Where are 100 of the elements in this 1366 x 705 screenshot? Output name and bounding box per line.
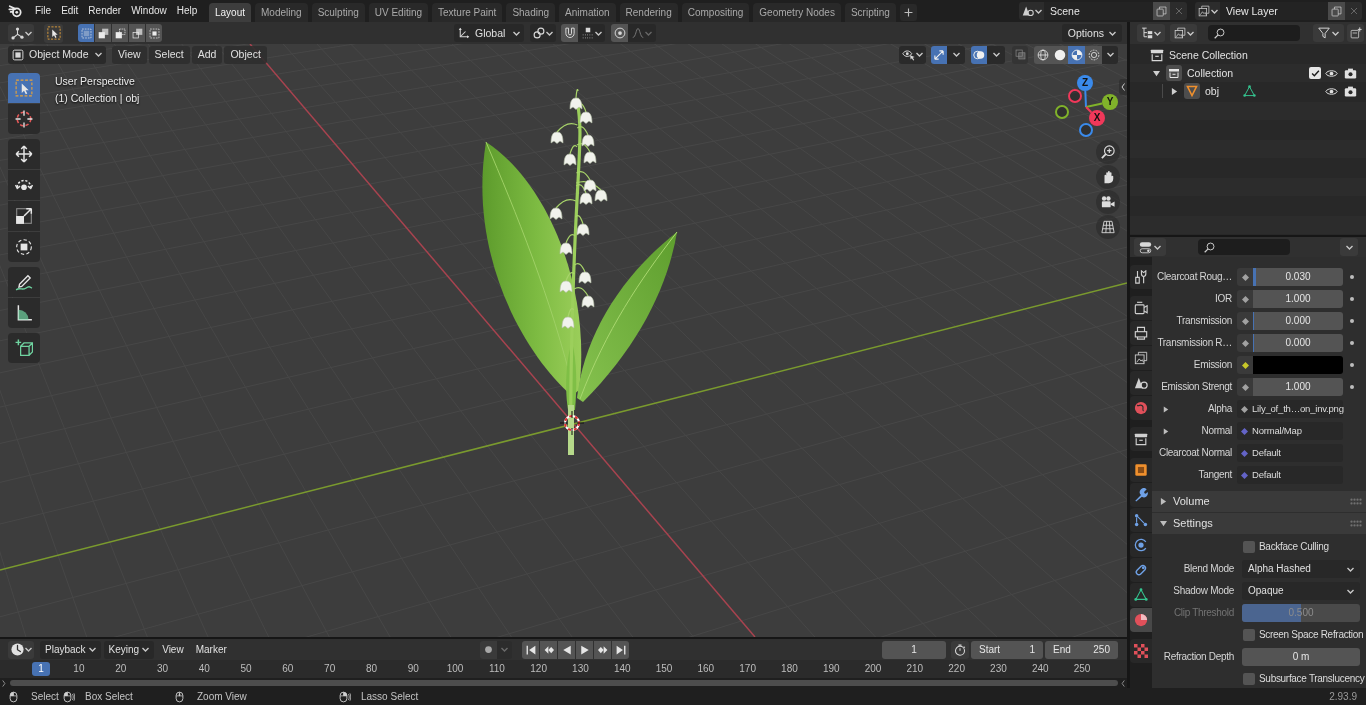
select-mode-button[interactable] (129, 24, 145, 42)
workspace-tab[interactable]: UV Editing (368, 3, 428, 22)
shading-mode-button[interactable] (1085, 45, 1102, 64)
shading-mode-button[interactable] (1051, 45, 1068, 64)
properties-tab[interactable] (1130, 296, 1152, 320)
properties-tab[interactable] (1130, 265, 1152, 289)
diamond-socket-icon[interactable] (1241, 405, 1248, 413)
animate-dot-icon[interactable] (1349, 297, 1354, 301)
menu-item[interactable]: Edit (56, 1, 84, 21)
panel-header[interactable]: Settings (1152, 513, 1366, 534)
scrollbar-thumb[interactable] (10, 680, 1118, 686)
filter-dropdown[interactable] (1313, 24, 1344, 42)
menu-item[interactable]: View (158, 640, 188, 659)
editor-type-button[interactable] (8, 640, 34, 659)
menu-item[interactable]: Object (224, 45, 267, 64)
properties-tab[interactable] (1130, 427, 1152, 451)
scene-name-field[interactable]: Scene (1044, 2, 1153, 20)
link-field[interactable]: Default (1237, 444, 1343, 462)
mesh-triangle-icon[interactable] (1243, 84, 1256, 98)
properties-tab[interactable] (1130, 508, 1152, 532)
socket-button[interactable] (1237, 290, 1253, 308)
checkbox-label[interactable]: Backface Culling (1259, 542, 1329, 552)
axis-handle[interactable]: Z (1077, 75, 1093, 91)
3d-viewport[interactable]: Object Mode View Select Add Object User Perspective (1) Collection | obj Z Y X (0, 44, 1127, 637)
sidebar-toggle-button[interactable] (1119, 79, 1127, 95)
display-mode-dropdown[interactable] (1170, 24, 1197, 42)
browse-button[interactable] (1195, 2, 1220, 20)
properties-tab[interactable] (1130, 458, 1152, 482)
link-field[interactable]: Default (1237, 466, 1343, 484)
editor-type-button[interactable] (1134, 238, 1166, 256)
workspace-tab[interactable]: Texture Paint (432, 3, 503, 22)
axis-handle[interactable]: Y (1102, 94, 1118, 110)
properties-tab[interactable] (1130, 321, 1152, 345)
tool-button[interactable] (8, 139, 40, 169)
socket-button[interactable] (1237, 378, 1253, 396)
options-dropdown[interactable] (987, 45, 1005, 64)
active-tool-button[interactable] (44, 23, 63, 43)
browse-button[interactable] (1019, 2, 1044, 20)
camera-icon[interactable] (1344, 84, 1357, 98)
checkbox[interactable] (1243, 629, 1255, 641)
tool-button[interactable] (8, 104, 40, 134)
workspace-tab[interactable]: Geometry Nodes (753, 3, 841, 22)
outliner-item-label[interactable]: Collection (1187, 67, 1234, 79)
auto-keying-toggle[interactable] (480, 640, 497, 659)
axis-handle[interactable]: X (1089, 110, 1105, 126)
tool-button[interactable] (8, 333, 40, 363)
checkbox-label[interactable]: Screen Space Refraction (1259, 630, 1364, 640)
camera-view-button[interactable] (1096, 190, 1120, 214)
properties-tab[interactable] (1130, 583, 1152, 607)
current-frame-marker[interactable]: 1 (32, 662, 50, 676)
checkbox[interactable] (1243, 673, 1255, 685)
negative-axis-handle[interactable] (1055, 105, 1069, 119)
menu-item[interactable]: File (30, 1, 57, 21)
properties-tab[interactable] (1130, 558, 1152, 582)
options-dropdown[interactable] (1340, 238, 1358, 256)
workspace-tab[interactable]: Rendering (619, 3, 678, 22)
dropdown[interactable]: Alpha Hashed (1242, 560, 1360, 578)
next-keyframe-button[interactable] (594, 640, 611, 659)
link-field[interactable]: Lily_of_th…on_inv.png (1237, 400, 1343, 418)
duplicate-button[interactable] (1328, 2, 1345, 20)
add-workspace-button[interactable] (899, 4, 917, 21)
properties-tab[interactable] (1130, 483, 1152, 507)
menu-item[interactable]: View (112, 45, 147, 64)
menu-item[interactable]: Select (148, 45, 190, 64)
play-button[interactable] (576, 640, 593, 659)
shading-mode-button[interactable] (1034, 45, 1051, 64)
camera-icon[interactable] (1344, 66, 1357, 80)
shading-mode-button[interactable] (1068, 45, 1085, 64)
link-field[interactable]: Normal/Map (1237, 422, 1343, 440)
start-frame-field[interactable]: Start 1 (971, 640, 1043, 659)
properties-tab[interactable] (1130, 346, 1152, 370)
workspace-tab[interactable]: Shading (506, 3, 556, 22)
workspace-tab[interactable]: Modeling (255, 3, 308, 22)
chevron-left-icon[interactable] (1121, 679, 1125, 687)
workspace-tab[interactable]: Scripting (844, 3, 896, 22)
menu-item[interactable]: Window (126, 1, 172, 21)
jump-to-end-button[interactable] (612, 640, 629, 659)
end-frame-field[interactable]: End 250 (1045, 640, 1118, 659)
play-reverse-button[interactable] (558, 640, 575, 659)
animate-dot-icon[interactable] (1349, 341, 1354, 345)
exclude-checkbox[interactable] (1309, 67, 1321, 79)
workspace-tab[interactable]: Layout (209, 3, 252, 22)
socket-button[interactable] (1237, 268, 1253, 286)
properties-tab[interactable] (1130, 371, 1152, 395)
menu-dropdown[interactable]: Playback (40, 640, 101, 659)
triangle-down-icon[interactable] (1153, 69, 1160, 77)
number-field[interactable]: 0 m (1242, 648, 1360, 666)
gizmo-toggle[interactable] (931, 45, 947, 64)
snap-target-dropdown[interactable] (578, 24, 605, 42)
number-field[interactable]: 1.000 (1253, 290, 1343, 308)
animate-dot-icon[interactable] (1349, 275, 1354, 279)
new-collection-button[interactable] (1347, 24, 1364, 42)
pan-view-button[interactable] (1096, 165, 1120, 189)
pivot-point-dropdown[interactable] (530, 24, 556, 42)
diamond-socket-icon[interactable] (1241, 427, 1248, 435)
shading-options-dropdown[interactable] (1102, 45, 1118, 64)
editor-type-button[interactable] (1137, 24, 1165, 42)
workspace-tab[interactable]: Sculpting (311, 3, 365, 22)
properties-tab[interactable] (1130, 608, 1152, 632)
frame-ruler[interactable]: 1 10 20 30 40 50 60 70 80 90 100 110 120 130 140 150 160 170 180 190 200 210 220 230 240 250 (0, 660, 1127, 678)
